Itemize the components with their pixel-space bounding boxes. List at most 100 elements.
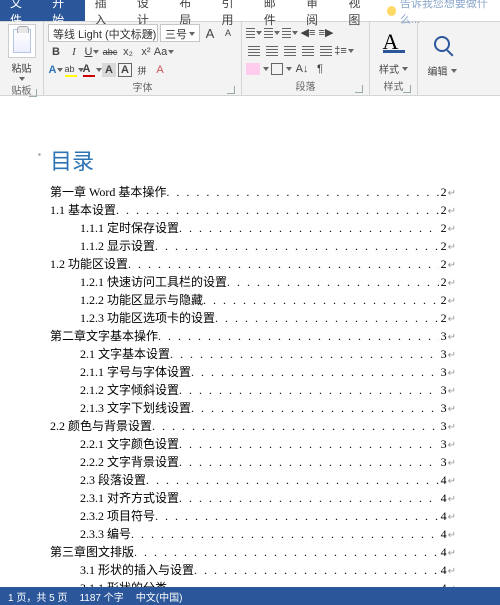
toc-entry[interactable]: 2.1 文字基本设置3↵	[50, 346, 456, 364]
align-left-button[interactable]	[246, 43, 262, 59]
tab-file[interactable]: 文件	[0, 0, 42, 21]
grow-font-button[interactable]: A	[202, 25, 218, 41]
tab-review[interactable]: 审阅	[296, 0, 338, 21]
toc-leader	[191, 400, 439, 417]
toc-entry[interactable]: 1.1 基本设置2↵	[50, 202, 456, 220]
toc-entry-text: 1.1.2 显示设置	[80, 238, 155, 255]
font-color-button[interactable]: A	[84, 62, 100, 78]
font-size-select[interactable]: 三号	[160, 24, 200, 42]
tab-home[interactable]: 开始	[42, 0, 84, 21]
tab-design[interactable]: 设计	[127, 0, 169, 21]
change-case-button[interactable]: Aa	[156, 44, 172, 60]
tab-layout[interactable]: 布局	[169, 0, 211, 21]
font-dialog-launcher[interactable]	[227, 86, 235, 94]
show-marks-button[interactable]: ¶	[312, 61, 328, 77]
styles-label: 样式	[379, 61, 399, 76]
toc-entry[interactable]: 1.2.2 功能区显示与隐藏2↵	[50, 292, 456, 310]
paragraph-mark-icon: ↵	[447, 527, 456, 544]
subscript-button[interactable]: x₂	[120, 44, 136, 60]
toc-entry[interactable]: 1.1.1 定时保存设置2↵	[50, 220, 456, 238]
find-button[interactable]	[425, 27, 459, 61]
toc-entry[interactable]: 3.1.1 形状的分类4↵	[50, 580, 456, 587]
toc-entry-text: 1.1.1 定时保存设置	[80, 220, 179, 237]
shrink-font-button[interactable]: A	[220, 25, 236, 41]
group-clipboard: 粘贴 贴板	[0, 22, 44, 95]
status-words[interactable]: 1187 个字	[79, 589, 123, 604]
ribbon-tabs: 文件 开始 插入 设计 布局 引用 邮件 审阅 视图 告诉我您想要做什么...	[0, 0, 500, 22]
borders-dropdown-icon[interactable]	[286, 67, 292, 71]
toc-entry[interactable]: 第一章 Word 基本操作2↵	[50, 184, 456, 202]
borders-button[interactable]	[271, 63, 283, 75]
toc-entry[interactable]: 2.2 颜色与背景设置3↵	[50, 418, 456, 436]
toc-entry[interactable]: 2.3.1 对齐方式设置4↵	[50, 490, 456, 508]
toc-entry-page: 4	[439, 526, 447, 543]
char-border-button[interactable]: A	[118, 63, 132, 77]
toc-entry[interactable]: 1.2 功能区设置2↵	[50, 256, 456, 274]
styles-dialog-launcher[interactable]	[403, 85, 411, 93]
toc-entry[interactable]: 1.1.2 显示设置2↵	[50, 238, 456, 256]
toc-entry[interactable]: 第二章文字基本操作3↵	[50, 328, 456, 346]
justify-button[interactable]	[300, 43, 316, 59]
toc-entry[interactable]: 2.3.3 编号4↵	[50, 526, 456, 544]
sort-button[interactable]: A↓	[294, 61, 310, 77]
toc-entry[interactable]: 2.1.1 字号与字体设置3↵	[50, 364, 456, 382]
clear-formatting-button[interactable]: A	[152, 62, 168, 78]
paragraph-mark-icon: ↵	[447, 491, 456, 508]
text-effects-button[interactable]: A	[48, 62, 64, 78]
bold-button[interactable]: B	[48, 44, 64, 60]
paragraph-dialog-launcher[interactable]	[355, 85, 363, 93]
bullets-button[interactable]	[246, 25, 262, 41]
toc-entry[interactable]: 2.1.2 文字倾斜设置3↵	[50, 382, 456, 400]
clipboard-dialog-launcher[interactable]	[29, 89, 37, 97]
decrease-indent-button[interactable]: ◀≡	[300, 25, 316, 41]
phonetic-guide-button[interactable]: 拼	[134, 62, 150, 78]
toc-entry-page: 2	[439, 184, 447, 201]
toc-entry[interactable]: 第三章图文排版4↵	[50, 544, 456, 562]
toc-entry[interactable]: 2.2.1 文字颜色设置3↵	[50, 436, 456, 454]
toc-entry[interactable]: 2.1.3 文字下划线设置3↵	[50, 400, 456, 418]
toc-entry[interactable]: 2.3.2 项目符号4↵	[50, 508, 456, 526]
underline-button[interactable]: U	[84, 44, 100, 60]
styles-dropdown-icon[interactable]	[402, 67, 408, 71]
align-right-button[interactable]	[282, 43, 298, 59]
align-center-button[interactable]	[264, 43, 280, 59]
document-area[interactable]: 目录 第一章 Word 基本操作2↵1.1 基本设置2↵1.1.1 定时保存设置…	[0, 96, 500, 587]
paragraph-mark-icon: ↵	[447, 365, 456, 382]
tell-me-search[interactable]: 告诉我您想要做什么...	[387, 0, 500, 21]
highlight-button[interactable]: ab	[66, 62, 82, 78]
toc-entry-page: 4	[439, 562, 447, 579]
distributed-button[interactable]	[318, 43, 334, 59]
toc-entry-page: 4	[439, 508, 447, 525]
status-language[interactable]: 中文(中国)	[136, 589, 183, 604]
line-spacing-button[interactable]: ‡≡	[336, 43, 352, 59]
italic-button[interactable]: I	[66, 44, 82, 60]
strikethrough-button[interactable]: abc	[102, 44, 118, 60]
char-shading-button[interactable]: A	[102, 63, 116, 77]
toc-entry-text: 2.1.3 文字下划线设置	[80, 400, 191, 417]
toc-leader	[155, 508, 439, 525]
tab-insert[interactable]: 插入	[85, 0, 127, 21]
toc-entry[interactable]: 1.2.1 快速访问工具栏的设置2↵	[50, 274, 456, 292]
toc-entry-page: 2	[439, 310, 447, 327]
status-page[interactable]: 1 页，共 5 页	[8, 589, 67, 604]
multilevel-list-button[interactable]	[282, 25, 298, 41]
toc-title: 目录	[50, 144, 486, 176]
editing-dropdown-icon[interactable]	[451, 69, 457, 73]
paragraph-mark-icon: ↵	[447, 563, 456, 580]
font-name-select[interactable]: 等线 Light (中文标题)	[48, 24, 158, 42]
toc-entry[interactable]: 2.3 段落设置4↵	[50, 472, 456, 490]
toc-entry[interactable]: 2.2.2 文字背景设置3↵	[50, 454, 456, 472]
styles-button[interactable]: A	[377, 25, 411, 59]
toc-leader	[203, 292, 439, 309]
shading-button[interactable]	[246, 63, 260, 75]
tab-references[interactable]: 引用	[211, 0, 253, 21]
toc-entry[interactable]: 1.2.3 功能区选项卡的设置2↵	[50, 310, 456, 328]
toc-entry[interactable]: 3.1 形状的插入与设置4↵	[50, 562, 456, 580]
tab-view[interactable]: 视图	[338, 0, 380, 21]
paste-button[interactable]	[8, 24, 36, 58]
tab-mailings[interactable]: 邮件	[254, 0, 296, 21]
shading-dropdown-icon[interactable]	[263, 67, 269, 71]
increase-indent-button[interactable]: ≡▶	[318, 25, 334, 41]
numbering-button[interactable]	[264, 25, 280, 41]
superscript-button[interactable]: x²	[138, 44, 154, 60]
